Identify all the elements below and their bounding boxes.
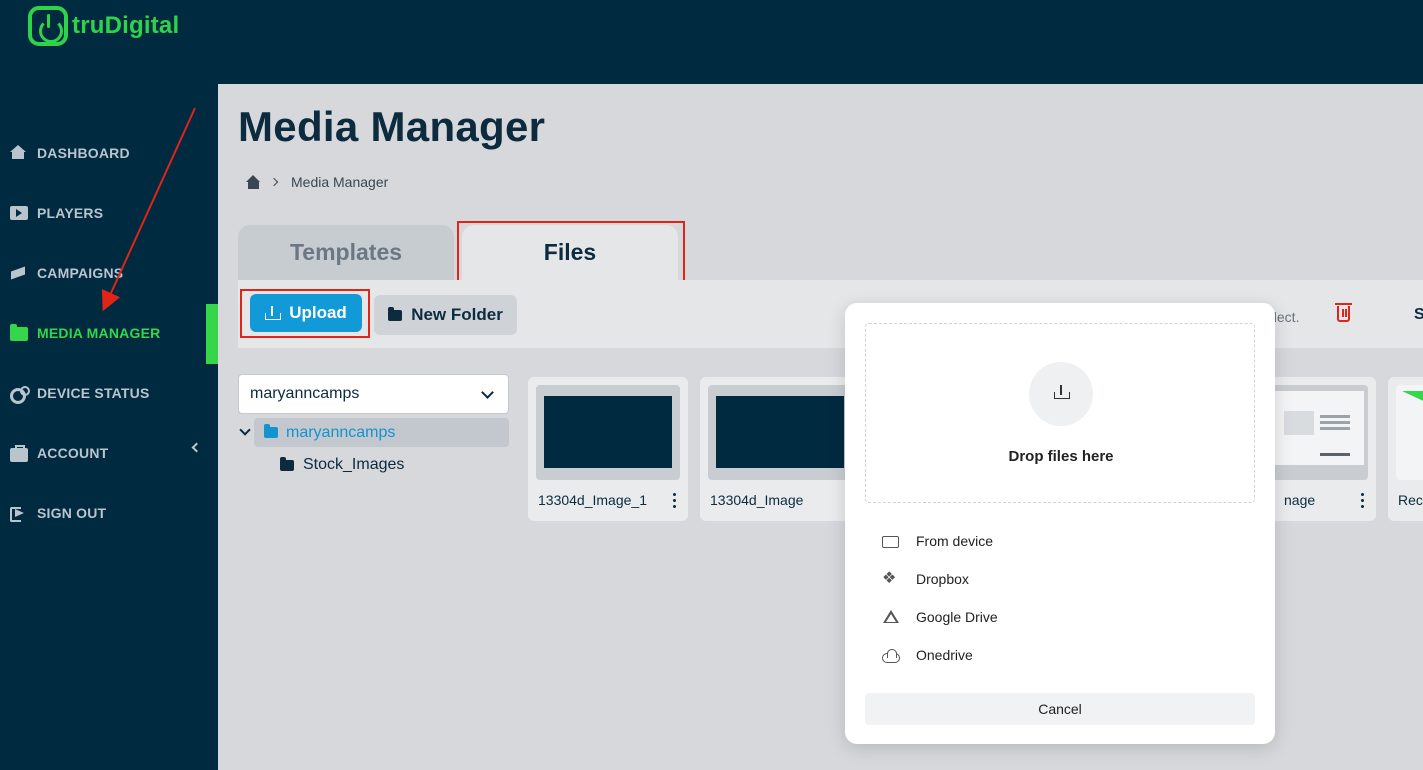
tab-templates[interactable]: Templates bbox=[238, 225, 454, 280]
tree-item-stock-images[interactable]: Stock_Images bbox=[280, 456, 404, 474]
sidebar-item-campaigns[interactable]: CAMPAIGNS bbox=[0, 244, 218, 302]
breadcrumb-current: Media Manager bbox=[291, 174, 389, 190]
new-folder-button[interactable]: New Folder bbox=[374, 295, 517, 335]
folder-outline-icon bbox=[882, 536, 899, 548]
megaphone-icon bbox=[10, 266, 28, 280]
media-thumbnail bbox=[536, 385, 680, 480]
home-icon[interactable] bbox=[246, 175, 261, 189]
media-card[interactable]: 13304d_Image_1 bbox=[528, 377, 688, 521]
new-folder-button-label: New Folder bbox=[411, 305, 503, 324]
sidebar-item-label: MEDIA MANAGER bbox=[37, 325, 161, 341]
sidebar-item-label: CAMPAIGNS bbox=[37, 265, 124, 281]
source-google-drive[interactable]: Google Drive bbox=[882, 609, 998, 625]
folder-icon bbox=[280, 456, 294, 471]
sidebar-item-dashboard[interactable]: DASHBOARD bbox=[0, 124, 218, 182]
source-label: From device bbox=[916, 533, 994, 549]
source-label: Dropbox bbox=[916, 571, 969, 587]
tree-expand-chevron-icon[interactable] bbox=[239, 424, 251, 436]
source-dropbox[interactable]: Dropbox bbox=[882, 568, 969, 588]
media-card[interactable]: 13304d_Image bbox=[700, 377, 860, 521]
sidebar-item-media-manager[interactable]: MEDIA MANAGER bbox=[0, 304, 218, 364]
sidebar-item-sign-out[interactable]: SIGN OUT bbox=[0, 484, 218, 542]
sidebar-item-label: ACCOUNT bbox=[37, 445, 109, 461]
top-bar: truDigital bbox=[0, 0, 1423, 84]
source-label: Onedrive bbox=[916, 647, 973, 663]
briefcase-icon bbox=[10, 445, 28, 462]
folder-icon bbox=[10, 324, 28, 341]
media-name: Rec bbox=[1398, 492, 1423, 508]
page-title: Media Manager bbox=[238, 103, 546, 150]
trash-icon[interactable] bbox=[1335, 303, 1352, 322]
sidebar-item-label: PLAYERS bbox=[37, 205, 104, 221]
upload-modal: Drop files here From device Dropbox Goog… bbox=[845, 303, 1275, 744]
source-from-device[interactable]: From device bbox=[882, 533, 993, 549]
home-icon bbox=[10, 145, 28, 160]
brand-name: truDigital bbox=[72, 12, 180, 39]
sidebar-item-label: DEVICE STATUS bbox=[37, 385, 150, 401]
more-options-icon[interactable] bbox=[1361, 493, 1364, 496]
power-logo-icon bbox=[28, 6, 68, 46]
folder-select-value: maryanncamps bbox=[250, 385, 360, 402]
sidebar-item-device-status[interactable]: DEVICE STATUS bbox=[0, 364, 218, 422]
brand-logo[interactable]: truDigital bbox=[28, 6, 179, 46]
media-thumbnail bbox=[1396, 385, 1423, 480]
tree-item-root[interactable]: maryanncamps bbox=[254, 418, 509, 447]
sidebar-item-players[interactable]: PLAYERS bbox=[0, 184, 218, 242]
sidebar: DASHBOARD PLAYERS CAMPAIGNS MEDIA MANAGE… bbox=[0, 84, 218, 770]
more-options-icon[interactable] bbox=[673, 493, 676, 496]
annotation-highlight-box bbox=[240, 289, 370, 338]
google-drive-icon bbox=[882, 610, 899, 624]
onedrive-cloud-icon bbox=[882, 648, 900, 663]
upload-icon bbox=[1054, 385, 1070, 399]
sidebar-item-label: SIGN OUT bbox=[37, 505, 107, 521]
drop-zone-text: Drop files here bbox=[1008, 448, 1114, 465]
play-icon bbox=[10, 206, 28, 220]
chevron-left-icon bbox=[191, 442, 202, 453]
source-onedrive[interactable]: Onedrive bbox=[882, 647, 973, 663]
folder-select[interactable]: maryanncamps bbox=[238, 374, 509, 414]
sign-out-icon bbox=[10, 506, 28, 522]
dropbox-icon bbox=[882, 568, 899, 588]
media-name: nage bbox=[1284, 492, 1316, 508]
sidebar-item-account[interactable]: ACCOUNT bbox=[0, 424, 218, 482]
media-thumbnail bbox=[708, 385, 852, 480]
folder-icon bbox=[264, 424, 278, 438]
gears-icon bbox=[10, 386, 30, 404]
breadcrumb: Media Manager bbox=[246, 174, 388, 190]
upload-icon-circle bbox=[1029, 362, 1093, 426]
chevron-right-icon bbox=[269, 177, 279, 187]
folder-icon bbox=[388, 306, 403, 321]
drop-zone[interactable]: Drop files here bbox=[865, 323, 1255, 503]
toolbar-overflow-text[interactable]: S bbox=[1414, 306, 1423, 324]
cancel-button[interactable]: Cancel bbox=[865, 693, 1255, 725]
chevron-down-icon bbox=[481, 386, 494, 399]
media-name: 13304d_Image bbox=[710, 492, 804, 508]
sidebar-item-label: DASHBOARD bbox=[37, 145, 130, 161]
tree-item-label: Stock_Images bbox=[303, 456, 405, 473]
tree-item-label: maryanncamps bbox=[286, 423, 396, 441]
media-name: 13304d_Image_1 bbox=[538, 492, 647, 508]
annotation-highlight-box bbox=[457, 221, 685, 283]
source-label: Google Drive bbox=[916, 609, 998, 625]
media-card[interactable]: Rec bbox=[1388, 377, 1423, 521]
